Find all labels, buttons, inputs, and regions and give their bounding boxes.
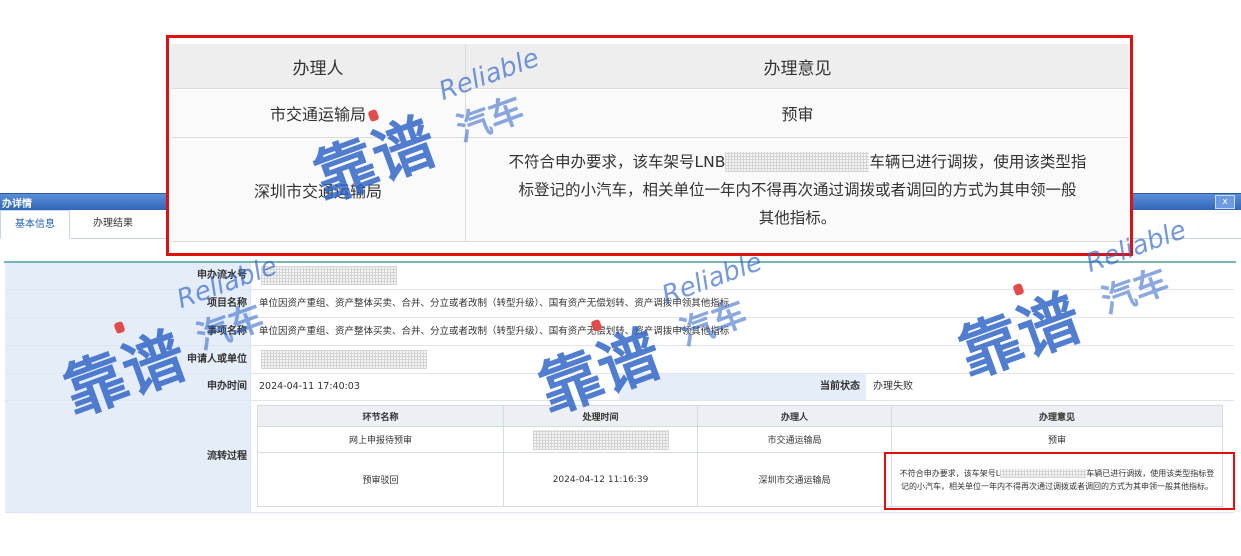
tab-basic-info[interactable]: 基本信息 xyxy=(0,210,70,239)
handler-cell: 深圳市交通运输局 xyxy=(697,452,892,507)
step-cell: 网上申报待预审 xyxy=(257,426,504,453)
masked-time xyxy=(532,429,669,450)
col-step: 环节名称 xyxy=(257,405,504,427)
col-handler: 办理人 xyxy=(697,405,892,427)
table-row: 市交通运输局 预审 xyxy=(171,88,1129,138)
masked-vin-zoom xyxy=(725,152,870,172)
applicant-label: 申请人或单位 xyxy=(5,346,251,373)
row-project: 项目名称 单位因资产重组、资产整体买卖、合并、分立或者改制（转型升级）、国有资产… xyxy=(5,290,1234,318)
highlight-box-small xyxy=(884,452,1235,510)
time-value: 2024-04-11 17:40:03 xyxy=(259,381,360,392)
flow-header-row: 环节名称 处理时间 办理人 办理意见 xyxy=(257,405,1223,427)
zoom-header-row: 办理人 办理意见 xyxy=(171,44,1129,89)
row-time: 申办时间 2024-04-11 17:40:03 当前状态 办理失败 xyxy=(5,374,1234,401)
row-item: 事项名称 单位因资产重组、资产整体买卖、合并、分立或者改制（转型升级）、国有资产… xyxy=(5,318,1234,346)
col-opinion: 办理意见 xyxy=(891,405,1223,427)
opinion-cell: 预审 xyxy=(891,426,1223,453)
col-time: 处理时间 xyxy=(503,405,698,427)
time-cell: 2024-04-12 11:16:39 xyxy=(503,452,698,507)
step-cell: 预审驳回 xyxy=(257,452,504,507)
zoom-col-handler: 办理人 xyxy=(171,44,466,89)
handler-cell: 市交通运输局 xyxy=(697,426,892,453)
window-title: 办详情 xyxy=(2,199,32,210)
zoom-opinion-line3: 其他指标。 xyxy=(758,208,837,227)
item-value: 单位因资产重组、资产整体买卖、合并、分立或者改制（转型升级）、国有资产无偿划转、… xyxy=(259,326,730,337)
zoom-opinion-cell: 预审 xyxy=(465,88,1129,138)
table-row: 网上申报待预审 市交通运输局 预审 xyxy=(257,426,1223,453)
close-icon[interactable]: x xyxy=(1215,195,1235,209)
flow-label: 流转过程 xyxy=(5,401,251,512)
zoom-opinion-line1: 不符合申办要求，该车架号LNB 车辆已进行调拨，使用该类型指 xyxy=(508,152,1087,172)
zoom-callout: 办理人 办理意见 市交通运输局 预审 深圳市交通运输局 不符合申办要求，该车架号… xyxy=(166,35,1133,256)
serial-label: 申办流水号 xyxy=(5,263,251,289)
zoom-handler-cell: 深圳市交通运输局 xyxy=(171,137,466,242)
status-label: 当前状态 xyxy=(619,374,866,400)
masked-applicant xyxy=(261,350,427,369)
masked-serial xyxy=(261,266,397,285)
row-applicant: 申请人或单位 xyxy=(5,346,1234,374)
time-label: 申办时间 xyxy=(5,374,251,400)
zoom-col-opinion: 办理意见 xyxy=(465,44,1129,89)
tab-result[interactable]: 办理结果 xyxy=(70,210,156,237)
table-row: 深圳市交通运输局 不符合申办要求，该车架号LNB 车辆已进行调拨，使用该类型指 标… xyxy=(171,137,1129,242)
zoom-opinion-cell: 不符合申办要求，该车架号LNB 车辆已进行调拨，使用该类型指 标登记的小汽车，相关… xyxy=(465,137,1129,242)
item-label: 事项名称 xyxy=(5,318,251,345)
zoom-table: 办理人 办理意见 市交通运输局 预审 深圳市交通运输局 不符合申办要求，该车架号… xyxy=(171,44,1129,242)
row-serial: 申办流水号 xyxy=(5,263,1234,290)
zoom-handler-cell: 市交通运输局 xyxy=(171,88,466,138)
zoom-opinion-line2: 标登记的小汽车，相关单位一年内不得再次通过调拨或者调回的方式为其申领一般 xyxy=(518,180,1077,199)
project-value: 单位因资产重组、资产整体买卖、合并、分立或者改制（转型升级）、国有资产无偿划转、… xyxy=(259,298,730,309)
project-label: 项目名称 xyxy=(5,290,251,317)
status-value: 办理失败 xyxy=(873,381,913,392)
time-cell xyxy=(503,426,698,453)
